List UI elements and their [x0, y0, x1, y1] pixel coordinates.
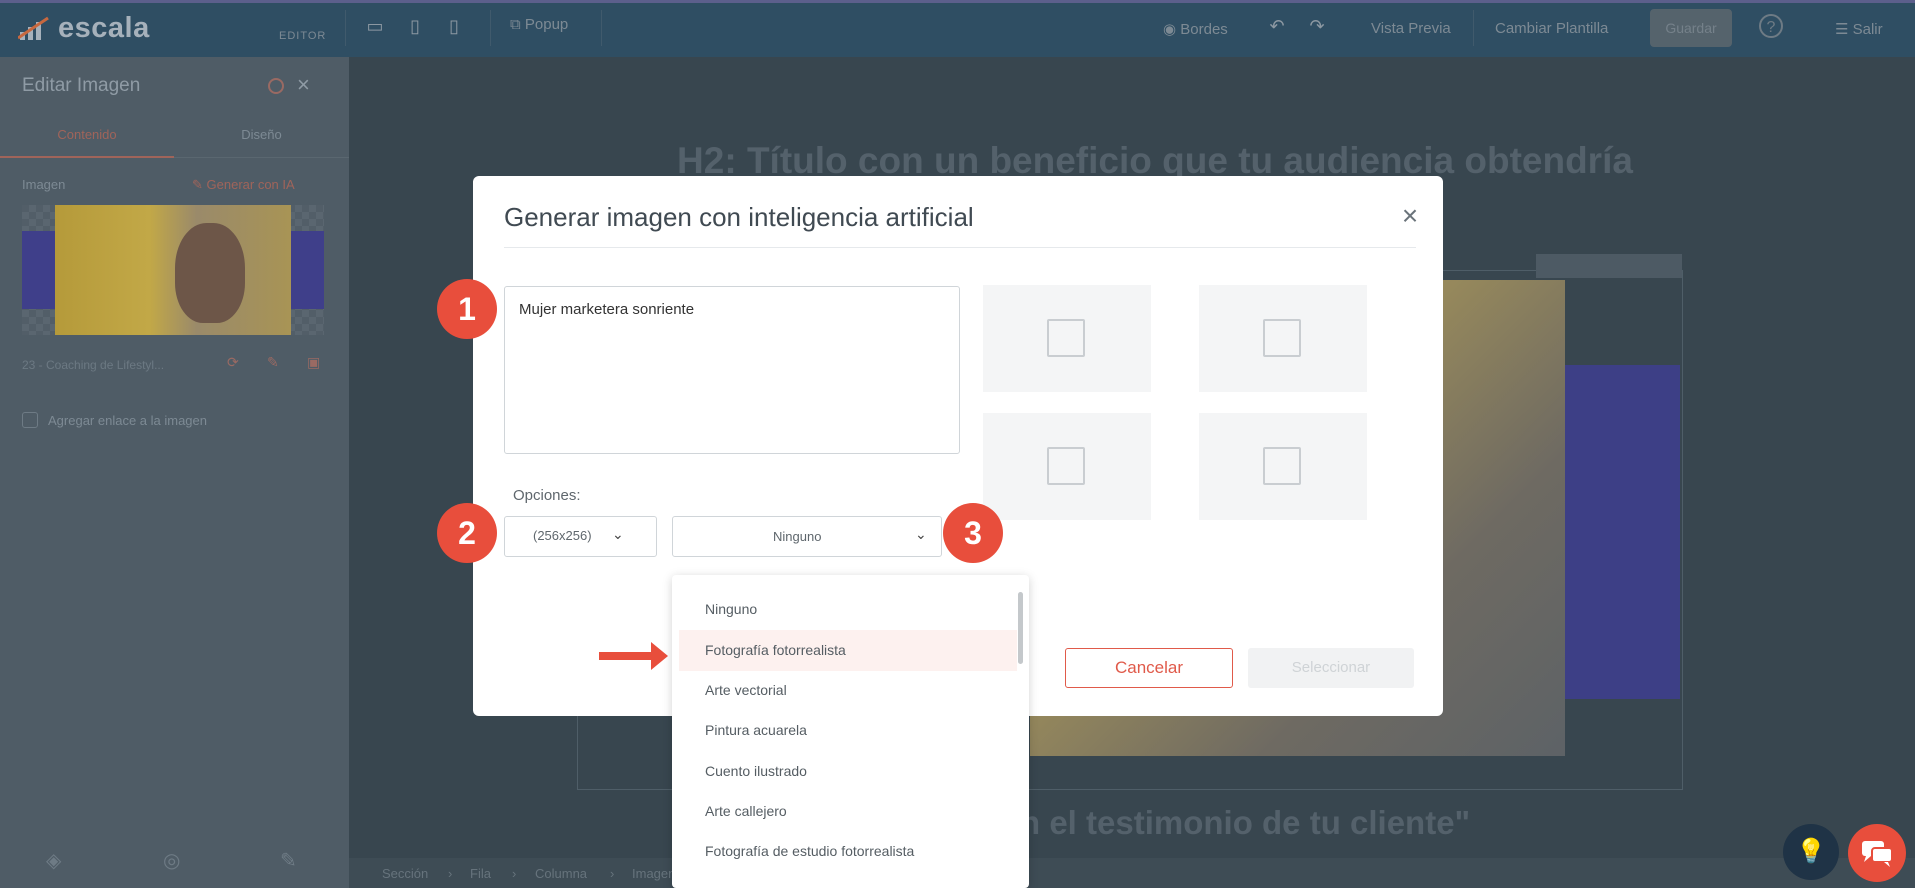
magic-wand-icon: ✎	[192, 177, 207, 192]
undo-icon[interactable]: ↶	[1265, 14, 1289, 38]
breadcrumb-separator-icon: ›	[610, 866, 615, 881]
toolbar-divider	[601, 10, 602, 46]
lightbulb-icon[interactable]: 💡	[1783, 824, 1839, 880]
tab-design[interactable]: Diseño	[174, 118, 349, 158]
close-icon[interactable]: ×	[1394, 200, 1426, 232]
thumbnail-photo	[55, 205, 291, 335]
save-button[interactable]: Guardar	[1650, 9, 1732, 47]
toolbar-divider	[490, 10, 491, 46]
canvas-accent-block	[1565, 365, 1680, 699]
close-icon[interactable]: ×	[297, 72, 310, 98]
mobile-view-icon[interactable]: ▯	[442, 14, 466, 38]
change-template-button[interactable]: Cambiar Plantilla	[1495, 20, 1608, 37]
preview-button[interactable]: Vista Previa	[1371, 20, 1451, 37]
redo-icon[interactable]: ↷	[1305, 14, 1329, 38]
breadcrumb-item[interactable]: Fila	[470, 866, 491, 881]
link-checkbox[interactable]	[22, 412, 38, 428]
top-toolbar	[0, 0, 1915, 57]
cancel-button[interactable]: Cancelar	[1065, 648, 1233, 688]
breadcrumb-separator-icon: ›	[448, 866, 453, 881]
dropdown-option[interactable]: Arte callejero	[705, 803, 787, 819]
logo-icon	[18, 16, 49, 40]
globe-icon[interactable]: ◎	[163, 848, 180, 873]
image-placeholder-icon	[1047, 447, 1085, 485]
image-placeholder-icon	[1047, 319, 1085, 357]
dropdown-option-highlighted[interactable]: Fotografía fotorrealista	[705, 642, 846, 658]
pen-icon[interactable]: ✎	[280, 848, 297, 873]
image-placeholder-icon	[1263, 319, 1301, 357]
image-file-name: 23 - Coaching de Lifestyl...	[22, 358, 165, 372]
generate-ai-label: Generar con IA	[206, 177, 295, 192]
external-link-icon: ⧉	[510, 16, 525, 33]
dropdown-option[interactable]: Pintura acuarela	[705, 722, 807, 738]
dropdown-option[interactable]: Cuento ilustrado	[705, 763, 807, 779]
edit-icon[interactable]: ✎	[267, 354, 283, 370]
dropdown-option[interactable]: Fotografía de estudio fotorrealista	[705, 843, 914, 859]
dropdown-option[interactable]: Ninguno	[705, 601, 757, 617]
borders-label: Bordes	[1180, 21, 1228, 38]
breadcrumb-separator-icon: ›	[512, 866, 517, 881]
select-button[interactable]: Seleccionar	[1248, 648, 1414, 688]
editor-tag: EDITOR	[279, 30, 327, 42]
callout-arrow	[599, 652, 654, 660]
help-icon[interactable]: ?	[1759, 14, 1783, 38]
dropdown-option[interactable]: Arte vectorial	[705, 682, 787, 698]
dropdown-scrollbar[interactable]	[1018, 592, 1023, 664]
breadcrumb-item[interactable]: Columna	[535, 866, 587, 881]
logo-text: escala	[58, 12, 150, 44]
thumbnail-person	[175, 223, 245, 323]
callout-badge-3: 3	[943, 503, 1003, 563]
chat-button[interactable]	[1848, 824, 1906, 882]
element-toolbar[interactable]	[1536, 254, 1682, 278]
toolbar-divider	[1473, 10, 1474, 46]
popup-label: Popup	[524, 16, 569, 33]
modal-title: Generar imagen con inteligencia artifici…	[504, 202, 974, 232]
chat-icon	[1862, 841, 1893, 867]
breadcrumb-item[interactable]: Imagen	[632, 866, 675, 881]
callout-badge-2: 2	[437, 503, 497, 563]
menu-icon: ☰	[1835, 21, 1853, 38]
generate-ai-link[interactable]: ✎ Generar con IA	[192, 177, 295, 193]
style-select-value: Ninguno	[773, 529, 822, 544]
image-thumbnail[interactable]	[22, 205, 324, 335]
chevron-down-icon: ⌄	[915, 526, 927, 542]
popup-button[interactable]: ⧉ Popup	[510, 16, 568, 33]
toolbar-divider	[345, 10, 346, 46]
sidebar-title: Editar Imagen	[22, 75, 141, 96]
breadcrumb-item[interactable]: Sección	[382, 866, 428, 881]
desktop-view-icon[interactable]: ▭	[363, 14, 387, 38]
settings-icon[interactable]	[268, 78, 284, 94]
callout-badge-1: 1	[437, 279, 497, 339]
link-label: Agregar enlace a la imagen	[48, 413, 207, 428]
chevron-down-icon: ⌄	[612, 526, 624, 542]
prompt-input[interactable]: Mujer marketera sonriente	[504, 286, 960, 454]
arrow-right-icon	[651, 642, 668, 670]
replace-icon[interactable]: ⟳	[227, 354, 243, 370]
canvas-quote: n el testimonio de tu cliente"	[1020, 804, 1471, 841]
modal-divider	[504, 247, 1416, 248]
options-label: Opciones:	[513, 487, 581, 504]
size-select-value: (256x256)	[533, 528, 592, 543]
tablet-view-icon[interactable]: ▯	[403, 14, 427, 38]
borders-toggle[interactable]: ◉ Bordes	[1163, 20, 1228, 38]
exit-label: Salir	[1852, 21, 1883, 38]
tab-content[interactable]: Contenido	[0, 118, 174, 158]
images-label: Imagen	[22, 177, 66, 192]
eye-icon: ◉	[1163, 21, 1181, 38]
layers-icon[interactable]: ◈	[46, 848, 61, 873]
image-placeholder-icon	[1263, 447, 1301, 485]
exit-button[interactable]: ☰ Salir	[1835, 20, 1883, 38]
trash-icon[interactable]: ▣	[307, 354, 323, 370]
